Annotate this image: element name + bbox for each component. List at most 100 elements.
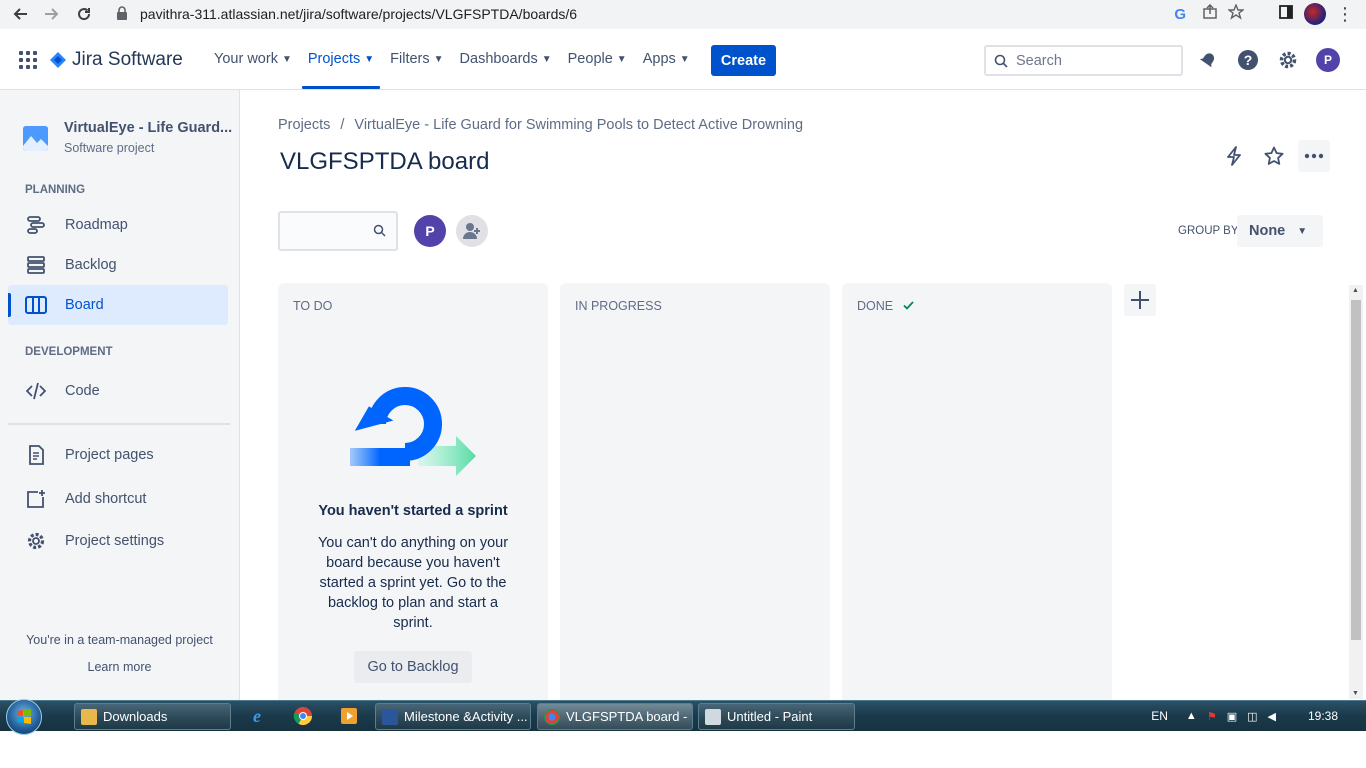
roadmap-icon — [24, 213, 48, 237]
scroll-down-arrow-icon[interactable]: ▼ — [1352, 690, 1359, 697]
taskbar-chrome-jira[interactable]: VLGFSPTDA board - ... — [537, 703, 693, 730]
device-icon[interactable]: ▣ — [1227, 710, 1237, 723]
sidebar-item-project-pages[interactable]: Project pages — [8, 435, 228, 475]
chevron-down-icon: ▼ — [616, 53, 627, 65]
title-actions — [1218, 140, 1330, 172]
media-player-icon[interactable] — [339, 706, 359, 726]
chrome-icon — [544, 708, 560, 725]
chrome-profile-avatar[interactable] — [1304, 3, 1326, 25]
board-search[interactable] — [278, 211, 398, 251]
project-header[interactable]: VirtualEye - Life Guard... Software proj… — [23, 120, 232, 155]
share-icon[interactable] — [1202, 3, 1218, 25]
sidebar-item-roadmap[interactable]: Roadmap — [8, 205, 228, 245]
app-switcher-icon[interactable] — [19, 51, 37, 69]
project-name: VirtualEye - Life Guard... — [64, 120, 233, 136]
search-icon — [994, 54, 1008, 68]
help-icon[interactable]: ? — [1233, 45, 1263, 75]
notifications-icon[interactable] — [1193, 45, 1223, 75]
star-icon[interactable] — [1258, 140, 1290, 172]
nav-dashboards[interactable]: Dashboards ▼ — [452, 29, 560, 89]
nav-projects[interactable]: Projects ▼ — [300, 29, 382, 89]
project-type: Software project — [64, 141, 155, 155]
system-tray: EN ▲ ⚑ ▣ ◫ ◀ 19:38 — [1151, 701, 1366, 731]
scrollbar-thumb[interactable] — [1351, 300, 1361, 640]
sidebar-item-add-shortcut[interactable]: Add shortcut — [8, 479, 228, 519]
sidebar-item-label: Roadmap — [65, 217, 128, 233]
scroll-up-arrow-icon[interactable]: ▲ — [1352, 287, 1359, 294]
start-button[interactable] — [6, 699, 42, 735]
plus-icon — [1131, 291, 1149, 309]
sidebar-item-label: Add shortcut — [65, 491, 147, 507]
add-column-button[interactable] — [1124, 284, 1156, 316]
forward-arrow-icon[interactable] — [38, 0, 66, 28]
chevron-down-icon: ▼ — [1297, 225, 1308, 237]
nav-filters[interactable]: Filters ▼ — [382, 29, 451, 89]
sidebar-item-label: Project pages — [65, 447, 154, 463]
create-button[interactable]: Create — [711, 45, 776, 76]
url-text: pavithra-311.atlassian.net/jira/software… — [140, 6, 578, 22]
language-indicator[interactable]: EN — [1151, 709, 1168, 723]
gear-icon — [24, 529, 48, 553]
vertical-scrollbar[interactable]: ▲ ▼ — [1349, 285, 1363, 699]
taskbar-downloads[interactable]: Downloads — [74, 703, 231, 730]
global-search[interactable] — [984, 45, 1183, 76]
column-title: TO DO — [293, 299, 332, 313]
nav-your-work[interactable]: Your work ▼ — [206, 29, 300, 89]
column-title-text: IN PROGRESS — [575, 299, 662, 313]
column-done: DONE — [842, 283, 1112, 701]
breadcrumb-projects[interactable]: Projects — [278, 117, 330, 133]
sidebar-item-label: Board — [65, 297, 104, 313]
volume-icon[interactable]: ◀ — [1268, 710, 1276, 723]
windows-logo-icon — [17, 709, 31, 724]
windows-taskbar: Downloads e Milestone &Activity ... VLGF… — [0, 699, 1366, 735]
sidebar-item-board[interactable]: Board — [8, 285, 228, 325]
sidebar-item-backlog[interactable]: Backlog — [8, 245, 228, 285]
taskbar-label: Milestone &Activity ... — [404, 709, 528, 724]
clock[interactable]: 19:38 — [1308, 709, 1338, 723]
profile-avatar[interactable]: P — [1313, 45, 1343, 75]
google-icon[interactable]: G — [1174, 6, 1186, 23]
nav-label: Apps — [642, 51, 676, 67]
taskbar-word-document[interactable]: Milestone &Activity ... — [375, 703, 531, 730]
back-arrow-icon[interactable] — [6, 0, 34, 28]
chrome-icon[interactable] — [293, 706, 313, 726]
board-user-avatar[interactable]: P — [414, 215, 446, 247]
side-panel-icon[interactable] — [1278, 4, 1294, 25]
settings-gear-icon[interactable] — [1273, 45, 1303, 75]
add-people-icon[interactable] — [456, 215, 488, 247]
show-hidden-icons-icon[interactable]: ▲ — [1186, 710, 1197, 722]
screen: pavithra-311.atlassian.net/jira/software… — [0, 0, 1366, 768]
star-bookmark-icon[interactable] — [1226, 2, 1246, 25]
go-to-backlog-button[interactable]: Go to Backlog — [354, 651, 472, 683]
more-actions-icon[interactable] — [1298, 140, 1330, 172]
nav-label: Dashboards — [459, 51, 538, 67]
taskbar-label: VLGFSPTDA board - ... — [566, 709, 693, 724]
taskbar-label: Untitled - Paint — [727, 709, 813, 724]
chevron-down-icon: ▼ — [541, 53, 552, 65]
board-search-input[interactable] — [286, 213, 376, 249]
search-input[interactable] — [1016, 52, 1166, 69]
sidebar-item-label: Project settings — [65, 533, 165, 549]
address-bar[interactable]: pavithra-311.atlassian.net/jira/software… — [106, 1, 1258, 27]
word-icon — [382, 708, 398, 725]
column-title: DONE — [857, 299, 914, 313]
breadcrumb-project[interactable]: VirtualEye - Life Guard for Swimming Poo… — [354, 117, 803, 133]
jira-logo[interactable]: Jira Software — [50, 49, 183, 71]
sidebar-item-code[interactable]: Code — [8, 371, 228, 411]
network-icon[interactable]: ◫ — [1247, 710, 1257, 723]
chevron-down-icon: ▼ — [364, 53, 375, 65]
nav-apps[interactable]: Apps ▼ — [635, 29, 698, 89]
group-by-select[interactable]: None ▼ — [1237, 215, 1323, 247]
nav-people[interactable]: People ▼ — [560, 29, 635, 89]
backlog-icon — [24, 253, 48, 277]
action-center-flag-icon[interactable]: ⚑ — [1207, 710, 1217, 723]
column-in-progress: IN PROGRESS — [560, 283, 830, 701]
automation-lightning-icon[interactable] — [1218, 140, 1250, 172]
taskbar-paint[interactable]: Untitled - Paint — [698, 703, 855, 730]
internet-explorer-icon[interactable]: e — [247, 706, 267, 726]
browser-menu-icon[interactable]: ⋮ — [1336, 4, 1354, 25]
sidebar-item-project-settings[interactable]: Project settings — [8, 521, 228, 561]
column-title-text: TO DO — [293, 299, 333, 313]
reload-icon[interactable] — [70, 0, 98, 28]
learn-more-link[interactable]: Learn more — [0, 660, 239, 674]
